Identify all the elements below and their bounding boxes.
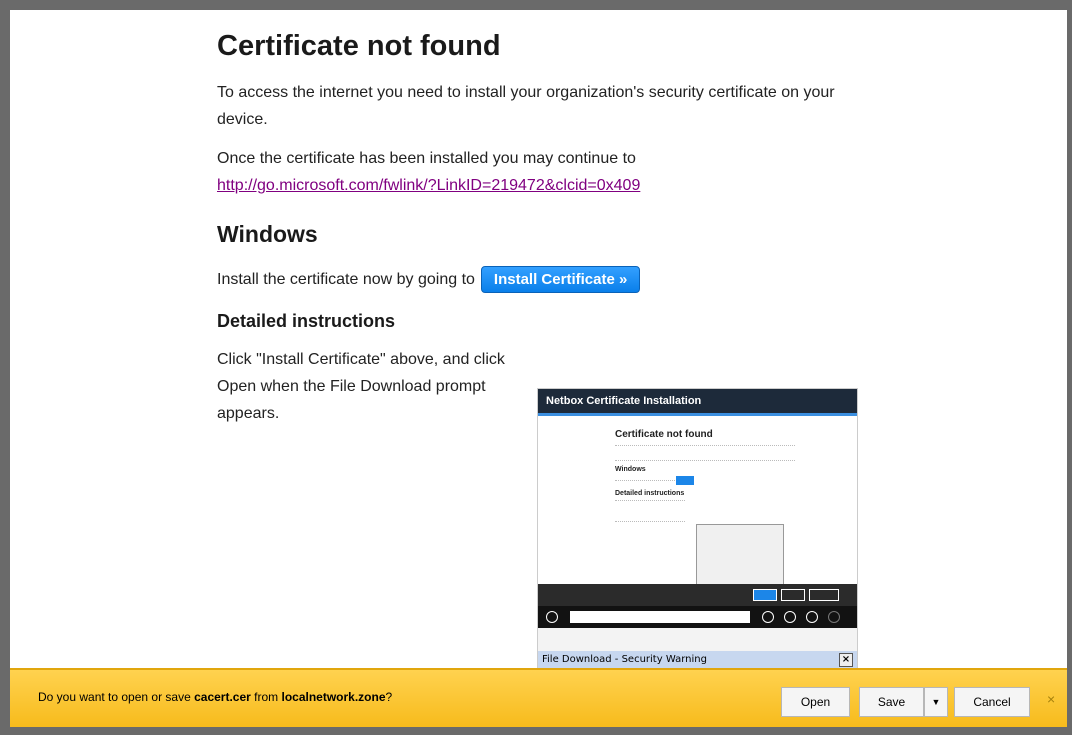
screenshot-refresh-icon <box>762 611 774 623</box>
open-button[interactable]: Open <box>781 687 850 717</box>
instructions-text: Click "Install Certificate" above, and c… <box>217 351 505 422</box>
download-message-prefix: Do you want to open or save <box>38 690 195 704</box>
screenshot-text-lines <box>615 445 795 461</box>
screenshot-url-field <box>570 611 750 623</box>
download-message-suffix: ? <box>385 690 393 704</box>
download-notification-bar: Do you want to open or save cacert.cer f… <box>10 668 1067 727</box>
continue-link[interactable]: http://go.microsoft.com/fwlink/?LinkID=2… <box>217 177 640 194</box>
page-title: Certificate not found <box>217 30 501 62</box>
screenshot-open-btn <box>753 589 777 601</box>
screenshot-download-bar <box>538 584 857 606</box>
download-domain: localnetwork.zone <box>281 690 386 704</box>
file-download-title-text: File Download - Security Warning <box>542 654 707 665</box>
screenshot-install-row <box>615 476 795 485</box>
detailed-instructions-heading: Detailed instructions <box>217 311 396 331</box>
screenshot-address-bar <box>538 606 857 628</box>
screenshot-file-download-title: File Download - Security Warning × <box>538 651 857 669</box>
download-filename: cacert.cer <box>194 690 251 704</box>
intro-text: To access the internet you need to insta… <box>217 84 835 128</box>
screenshot-dialog <box>696 524 784 588</box>
close-icon[interactable]: × <box>1047 691 1055 707</box>
install-row: Install the certificate now by going to … <box>217 266 867 293</box>
cancel-button[interactable]: Cancel <box>954 687 1030 717</box>
screenshot-tools-icon <box>806 611 818 623</box>
continue-text: Once the certificate has been installed … <box>217 150 636 167</box>
continue-paragraph: Once the certificate has been installed … <box>217 145 867 199</box>
screenshot-cancel-btn <box>809 589 839 601</box>
windows-heading: Windows <box>217 221 318 247</box>
screenshot-pin-icon <box>784 611 796 623</box>
screenshot-install-button <box>676 476 694 485</box>
screenshot-windows-heading: Windows <box>615 466 646 473</box>
screenshot-mini-page: Certificate not found Windows Detailed i… <box>615 429 795 522</box>
install-certificate-button[interactable]: Install Certificate » <box>480 266 641 293</box>
install-prompt: Install the certificate now by going to <box>217 270 475 288</box>
screenshot-detailed-heading: Detailed instructions <box>615 490 685 497</box>
download-message-middle: from <box>250 690 282 704</box>
instruction-screenshot: Netbox Certificate Installation Certific… <box>537 388 858 680</box>
save-button[interactable]: Save <box>859 687 924 717</box>
page-viewport: Certificate not found To access the inte… <box>10 10 1067 725</box>
screenshot-title: Certificate not found <box>615 429 713 440</box>
screenshot-body: Certificate not found Windows Detailed i… <box>538 416 857 588</box>
screenshot-save-btn <box>781 589 805 601</box>
screenshot-close-icon: × <box>839 653 853 667</box>
screenshot-back-icon <box>546 611 558 623</box>
save-dropdown-button[interactable]: ▼ <box>924 687 948 717</box>
page-content: Certificate not found To access the inte… <box>217 30 867 427</box>
screenshot-header: Netbox Certificate Installation <box>538 389 857 416</box>
download-notification-frame: Do you want to open or save cacert.cer f… <box>0 668 1072 735</box>
screenshot-instructions-lines <box>615 500 685 522</box>
screenshot-forward-icon <box>828 611 840 623</box>
download-message: Do you want to open or save cacert.cer f… <box>38 690 392 704</box>
